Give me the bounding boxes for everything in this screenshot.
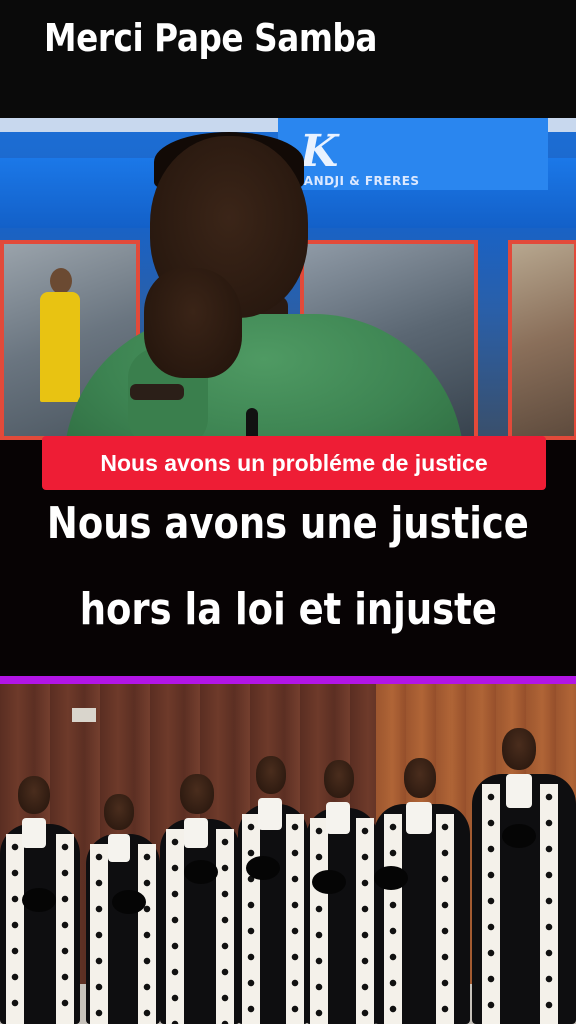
- magistrate-head: [256, 756, 286, 794]
- caption-line-1: Nous avons une justice: [0, 498, 576, 549]
- stole: [138, 844, 156, 1024]
- toque-hat: [246, 856, 280, 880]
- collar: [22, 818, 46, 848]
- stole: [540, 784, 558, 1024]
- stole: [436, 814, 454, 1024]
- collar: [258, 798, 282, 830]
- studio-logo-text: KANDJI & FRERES: [294, 174, 420, 188]
- caption-line-2: hors la loi et injuste: [0, 584, 576, 635]
- studio-scene: K KANDJI & FRERES: [0, 118, 576, 440]
- caption-line-2-text: hors la loi et injuste: [79, 584, 497, 635]
- stole: [90, 844, 108, 1024]
- magistrate-head: [404, 758, 436, 798]
- magistrate-5: [306, 760, 378, 1024]
- toque-hat: [184, 860, 218, 884]
- caption-line-1-text: Nous avons une justice: [47, 498, 529, 549]
- magistrate-2: [86, 794, 160, 1024]
- magistrate-6: [374, 758, 470, 1024]
- magistrate-4: [238, 756, 308, 1024]
- stole: [384, 814, 402, 1024]
- studio-screen-right: [508, 240, 576, 440]
- speaker-hand: [144, 268, 242, 378]
- magistrate-head: [324, 760, 354, 798]
- toque-hat: [374, 866, 408, 890]
- toque-hat: [312, 870, 346, 894]
- toque-hat: [22, 888, 56, 912]
- speaker-bracelet: [130, 384, 184, 400]
- stole: [482, 784, 500, 1024]
- stole: [6, 834, 24, 1024]
- screen-figure-head: [50, 268, 72, 294]
- stole: [216, 829, 234, 1024]
- magistrate-head: [18, 776, 50, 814]
- stole: [286, 814, 304, 1024]
- stole: [56, 834, 74, 1024]
- collar: [406, 802, 432, 834]
- magistrate-head: [104, 794, 134, 830]
- screen-figure: [40, 292, 80, 402]
- divider-strip: [0, 676, 576, 684]
- stole: [310, 818, 328, 1024]
- magistrate-head: [180, 774, 214, 814]
- magistrate-3: [160, 774, 240, 1024]
- studio-logo-mark: K: [300, 126, 339, 177]
- stole: [356, 818, 374, 1024]
- collar: [108, 834, 130, 862]
- wall-plaque: [72, 708, 96, 722]
- magistrates-photo: [0, 684, 576, 1024]
- video-title: Merci Pape Samba: [44, 16, 378, 60]
- caption-label: Nous avons un probléme de justice: [42, 436, 546, 490]
- collar: [326, 802, 350, 834]
- stole: [242, 814, 260, 1024]
- magistrate-head: [502, 728, 536, 770]
- toque-hat: [112, 890, 146, 914]
- toque-hat: [502, 824, 536, 848]
- stole: [166, 829, 184, 1024]
- collar: [506, 774, 532, 808]
- top-bar: Merci Pape Samba: [0, 0, 576, 118]
- magistrate-1: [0, 776, 80, 1024]
- collar: [184, 818, 208, 848]
- magistrate-7: [472, 728, 576, 1024]
